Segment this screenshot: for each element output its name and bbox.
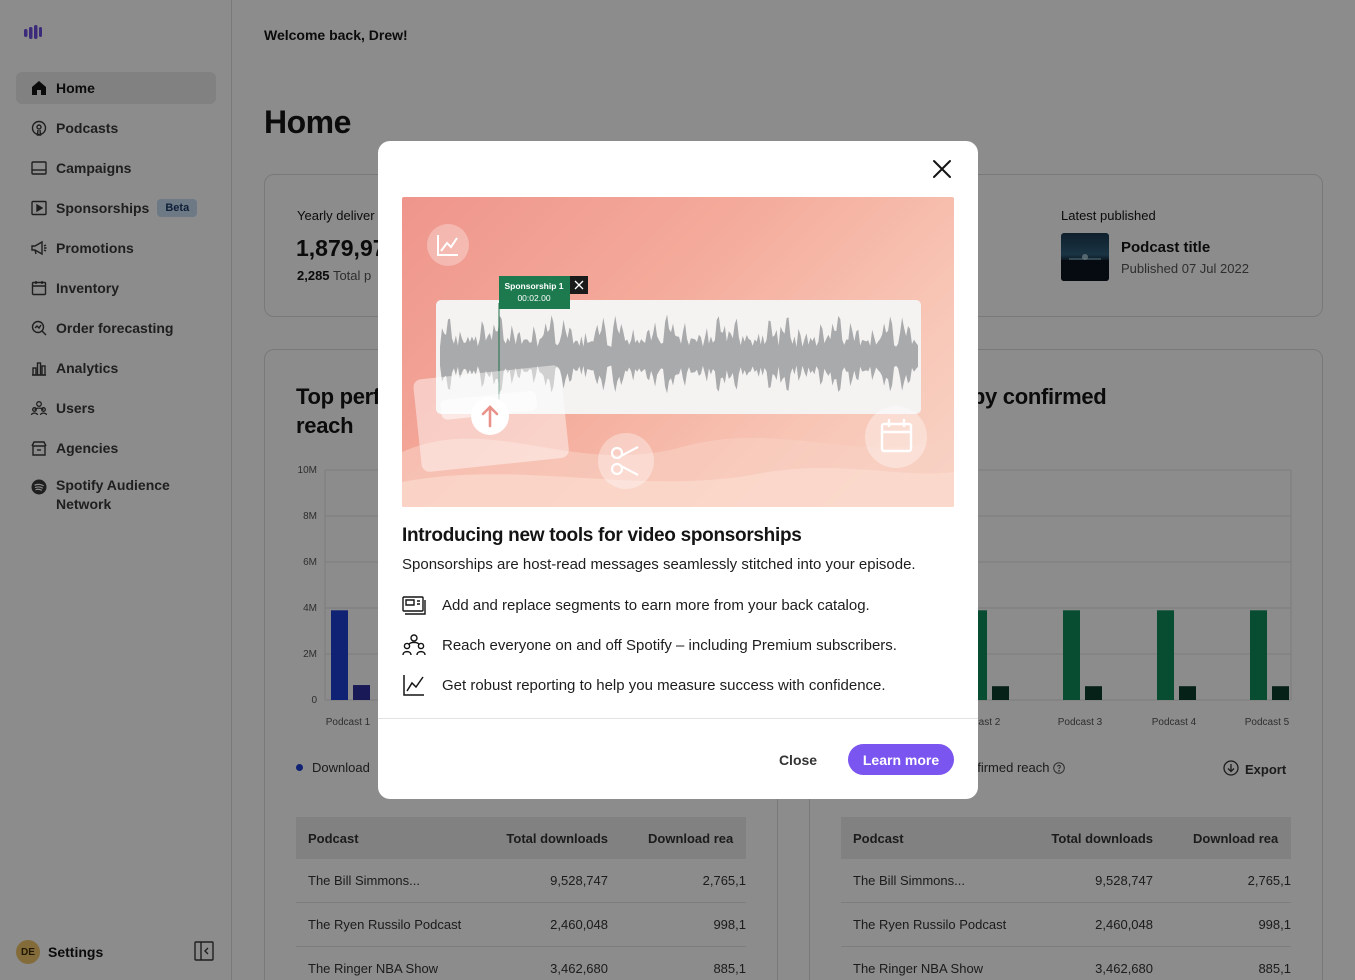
feature-text: Get robust reporting to help you measure… [442,676,886,694]
line-chart-icon [402,673,426,697]
modal-intro: Sponsorships are host-read messages seam… [402,556,916,573]
audience-icon [402,633,426,657]
feature-item: Get robust reporting to help you measure… [402,673,954,697]
calendar-bubble-icon [865,406,927,468]
chart-bubble-icon [427,224,469,266]
sponsorship-tag-title: Sponsorship 1 [504,281,563,291]
feature-item: Reach everyone on and off Spotify – incl… [402,633,954,657]
close-button[interactable]: Close [767,745,829,775]
scissors-icon [598,433,654,489]
feature-item: Add and replace segments to earn more fr… [402,593,954,617]
modal-divider [378,718,978,719]
close-icon[interactable] [930,157,954,181]
feature-text: Reach everyone on and off Spotify – incl… [442,636,897,654]
hero-illustration: Sponsorship 1 00:02.00 [402,197,954,507]
learn-more-button[interactable]: Learn more [848,744,954,775]
sponsorship-tag-time: 00:02.00 [517,293,550,303]
modal-heading: Introducing new tools for video sponsors… [402,525,802,546]
feature-announcement-modal: Sponsorship 1 00:02.00 Introducing new t… [378,141,978,799]
feature-text: Add and replace segments to earn more fr… [442,596,870,614]
segments-icon [402,593,426,617]
